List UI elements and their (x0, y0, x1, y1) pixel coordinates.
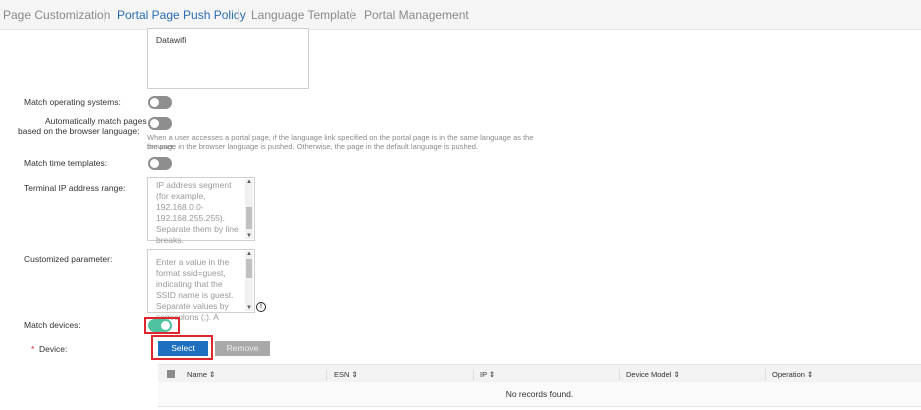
tab-portal-management[interactable]: Portal Management (364, 8, 469, 22)
tab-divider (351, 9, 352, 22)
sort-icon[interactable]: ⇕ (489, 370, 495, 379)
top-textbox[interactable]: Datawifi (147, 28, 309, 89)
match-devices-toggle[interactable] (148, 319, 172, 332)
device-table-body: No records found. (158, 382, 921, 407)
column-title: IP (480, 370, 487, 379)
custom-param-scrollbar[interactable]: ▲ ▼ (245, 251, 253, 311)
sort-icon[interactable]: ⇕ (807, 370, 813, 379)
tab-bar: Page Customization Portal Page Push Poli… (0, 0, 921, 30)
terminal-ip-textarea[interactable]: IP address segment (for example, 192.168… (147, 177, 255, 245)
scroll-up-icon[interactable]: ▲ (245, 179, 253, 185)
empty-state-text: No records found. (505, 389, 574, 399)
column-divider (765, 369, 766, 380)
toggle-knob (150, 119, 159, 128)
terminal-ip-label: Terminal IP address range: (24, 183, 126, 193)
tab-page-customization[interactable]: Page Customization (3, 8, 110, 22)
auto-lang-label-line2: based on the browser language: (18, 126, 140, 136)
match-os-toggle[interactable] (148, 96, 172, 109)
terminal-ip-placeholder: IP address segment (for example, 192.168… (156, 180, 239, 245)
auto-lang-label-line1: Automatically match pages (45, 116, 147, 126)
column-header-operation[interactable]: Operation ⇕ (772, 370, 813, 379)
column-header-name[interactable]: Name ⇕ (187, 370, 215, 379)
device-table-header: Name ⇕ ESN ⇕ IP ⇕ Device Model ⇕ Operati… (158, 364, 921, 383)
required-asterisk: * (31, 344, 35, 354)
auto-lang-toggle[interactable] (148, 117, 172, 130)
column-header-device-model[interactable]: Device Model ⇕ (626, 370, 680, 379)
terminal-ip-scrollbar[interactable]: ▲ ▼ (245, 179, 253, 239)
top-textbox-value: Datawifi (156, 35, 187, 45)
column-title: Device Model (626, 370, 672, 379)
custom-param-textarea[interactable]: Enter a value in the format ssid=guest, … (147, 249, 255, 322)
scroll-down-icon[interactable]: ▼ (245, 233, 253, 239)
column-divider (326, 369, 327, 380)
select-all-checkbox[interactable] (167, 370, 175, 378)
sort-icon[interactable]: ⇕ (352, 370, 358, 379)
select-button[interactable]: Select (158, 341, 208, 356)
toggle-knob (150, 159, 159, 168)
tab-divider (104, 9, 105, 22)
column-title: Operation (772, 370, 805, 379)
toggle-knob (150, 98, 159, 107)
column-header-ip[interactable]: IP ⇕ (480, 370, 495, 379)
sort-icon[interactable]: ⇕ (209, 370, 215, 379)
scroll-thumb[interactable] (246, 259, 252, 278)
remove-button[interactable]: Remove (215, 341, 270, 356)
toggle-knob (161, 321, 170, 330)
match-time-label: Match time templates: (24, 158, 108, 168)
column-divider (619, 369, 620, 380)
auto-lang-hint-line2: the page in the browser language is push… (147, 142, 479, 151)
tab-language-template[interactable]: Language Template (251, 8, 356, 22)
device-label: Device: (39, 344, 68, 354)
column-title: Name (187, 370, 208, 379)
custom-param-label: Customized parameter: (24, 254, 113, 264)
tab-portal-page-push-policy[interactable]: Portal Page Push Policy (117, 8, 246, 22)
sort-icon[interactable]: ⇕ (674, 370, 680, 379)
match-devices-label: Match devices: (24, 320, 81, 330)
column-header-esn[interactable]: ESN ⇕ (334, 370, 358, 379)
scroll-thumb[interactable] (246, 207, 252, 229)
match-os-label: Match operating systems: (24, 97, 121, 107)
column-divider (473, 369, 474, 380)
info-icon[interactable]: ! (256, 302, 266, 312)
match-time-toggle[interactable] (148, 157, 172, 170)
scroll-down-icon[interactable]: ▼ (245, 305, 253, 311)
custom-param-placeholder: Enter a value in the format ssid=guest, … (156, 257, 234, 322)
tab-divider (238, 9, 239, 22)
column-title: ESN (334, 370, 350, 379)
scroll-up-icon[interactable]: ▲ (245, 251, 253, 257)
